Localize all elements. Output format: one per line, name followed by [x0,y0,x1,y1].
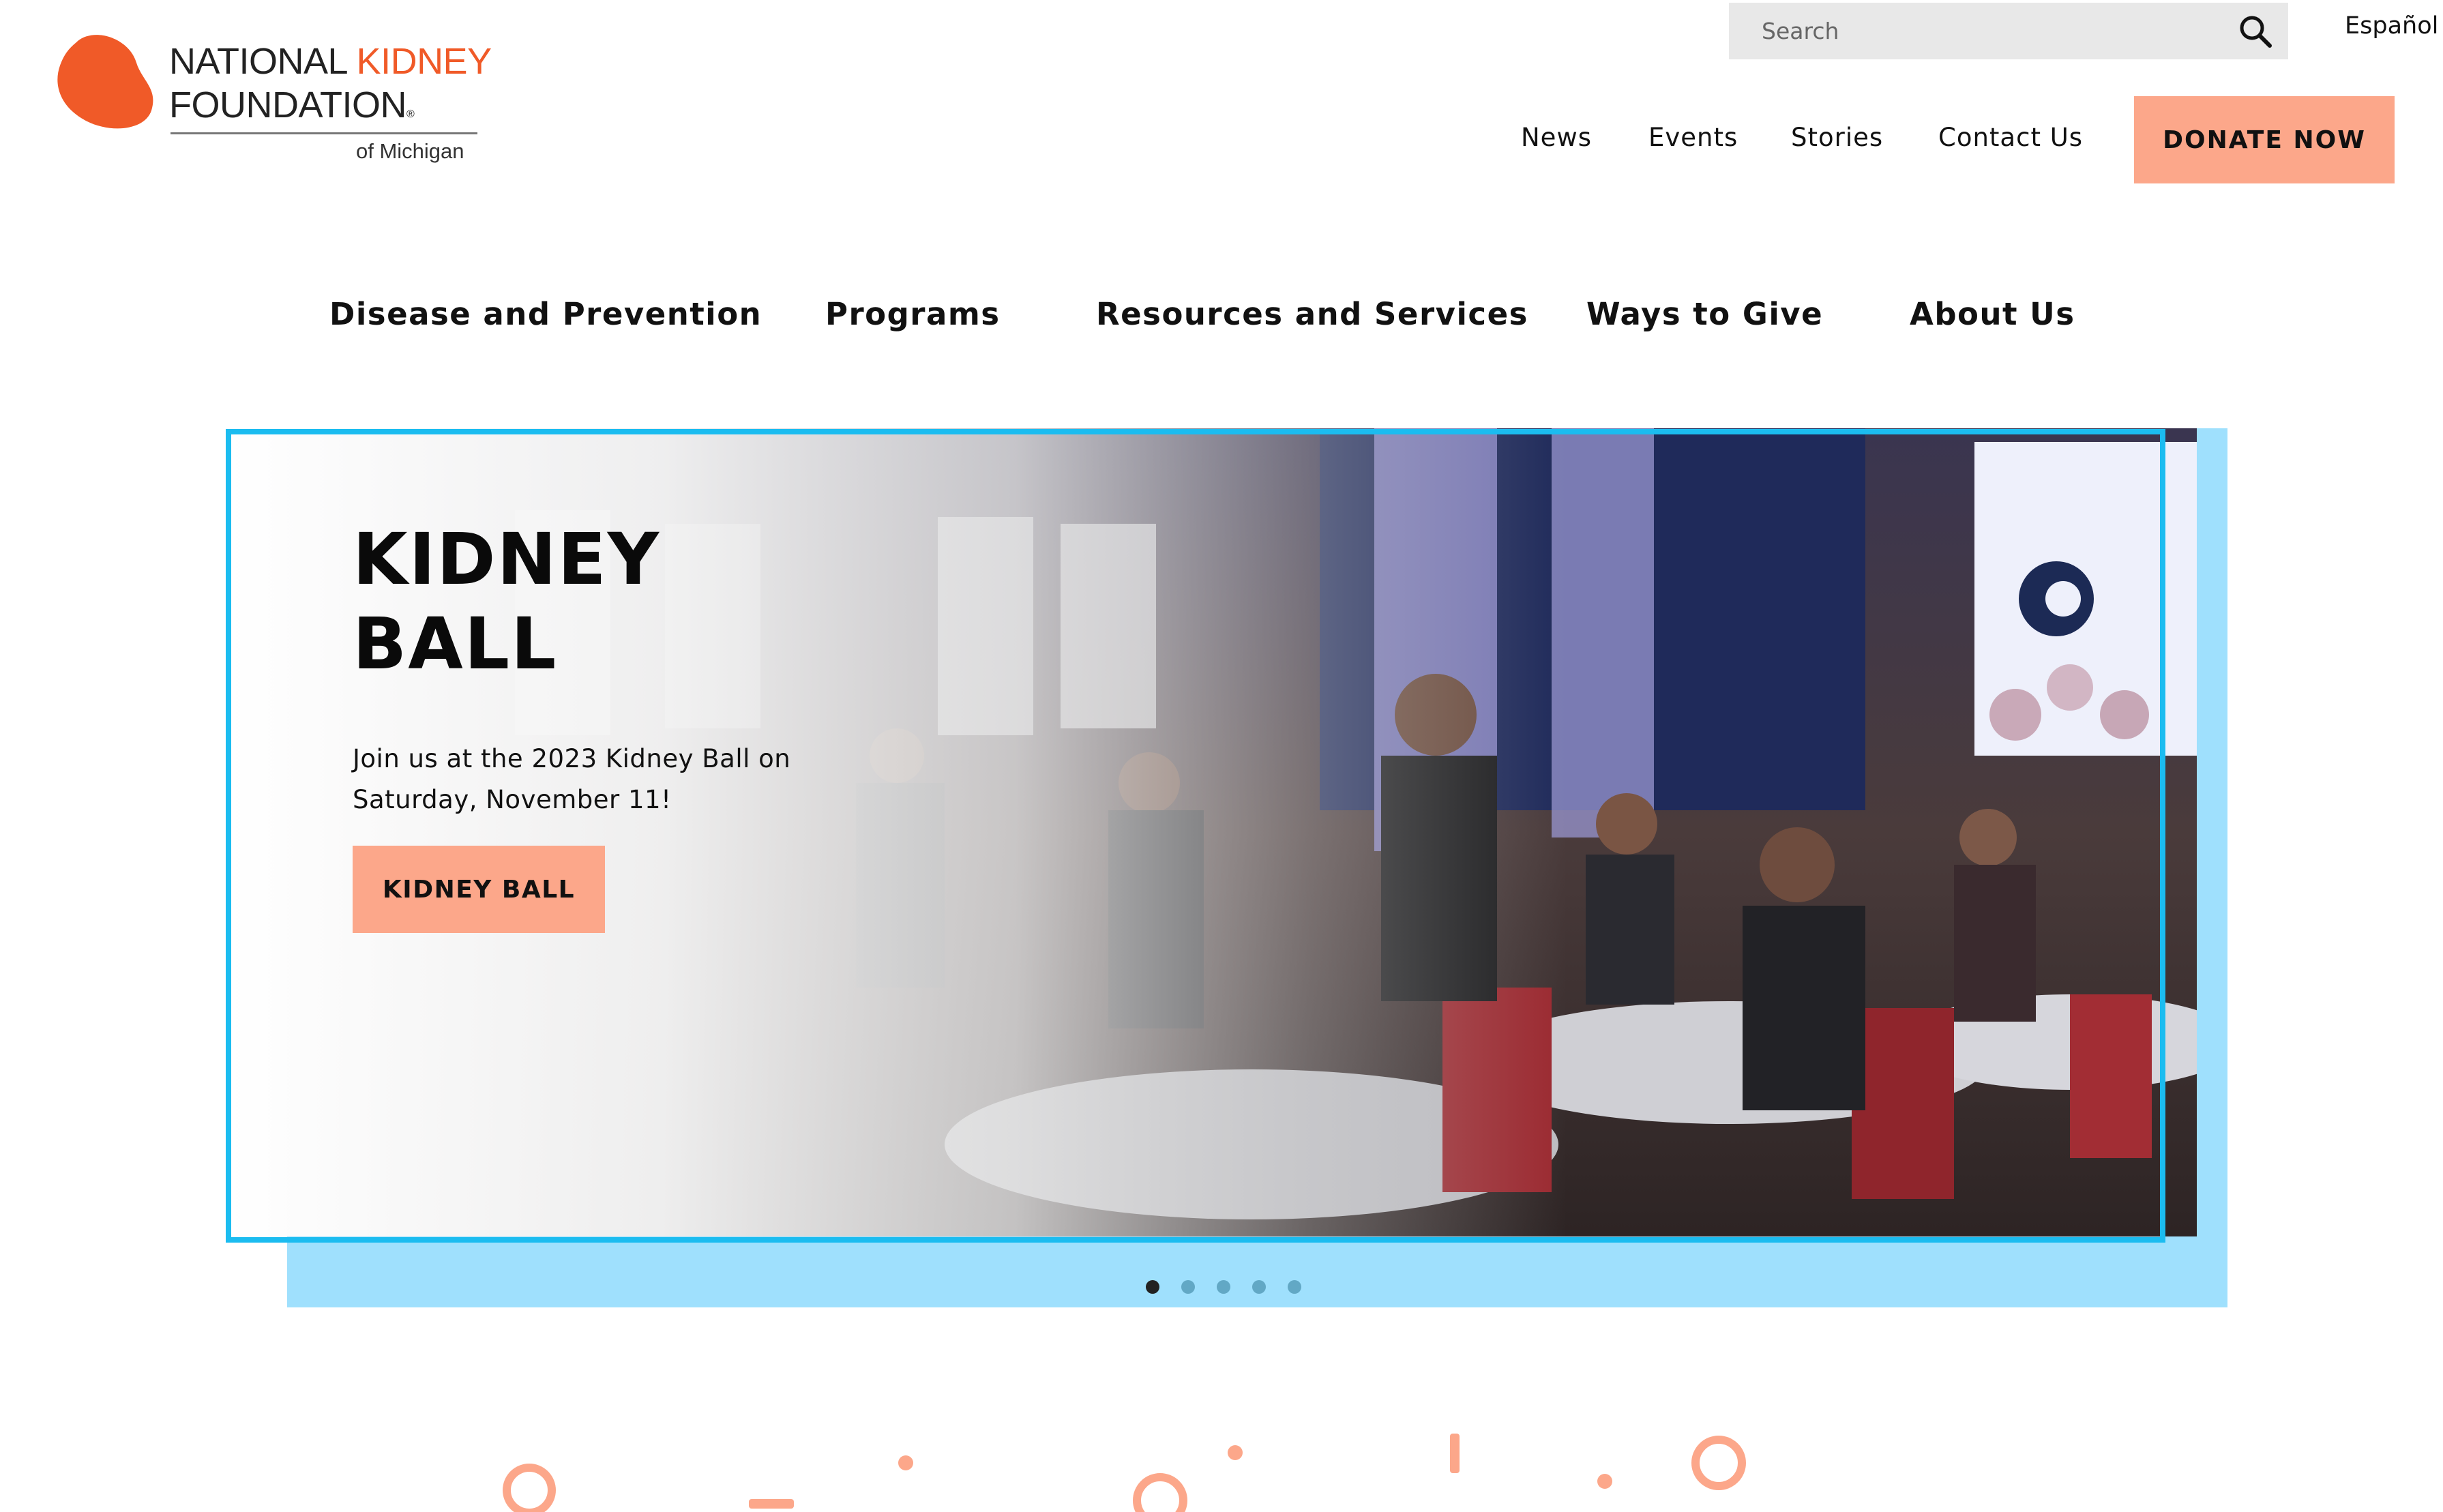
carousel-dot-3[interactable] [1217,1280,1230,1294]
main-nav-ways-to-give[interactable]: Ways to Give [1586,296,1823,332]
main-nav-about-us[interactable]: About Us [1910,296,2075,332]
main-nav-disease-prevention[interactable]: Disease and Prevention [329,296,762,332]
kidney-ball-button[interactable]: KIDNEY BALL [353,846,605,933]
language-toggle-link[interactable]: Español [2345,12,2438,40]
carousel-pagination [1146,1280,1301,1296]
nav-link-news[interactable]: News [1521,123,1592,152]
donate-now-button[interactable]: DONATE NOW [2134,96,2395,183]
nav-link-events[interactable]: Events [1648,123,1738,152]
main-nav-resources-services[interactable]: Resources and Services [1096,296,1528,332]
search-input[interactable] [1729,3,2234,59]
nav-link-contact-us[interactable]: Contact Us [1938,123,2083,152]
carousel-dot-4[interactable] [1252,1280,1266,1294]
nav-link-stories[interactable]: Stories [1791,123,1883,152]
site-logo[interactable]: NATIONAL KIDNEY FOUNDATION® of Michigan [56,30,492,180]
decorative-confetti [503,1434,1746,1512]
hero-title: KIDNEY BALL [353,518,661,685]
search-icon [2240,16,2272,48]
search-button[interactable] [2238,14,2273,49]
utility-nav: News Events Stories Contact Us [0,123,2443,157]
kidney-logo-icon [57,35,153,129]
carousel-dot-2[interactable] [1181,1280,1195,1294]
logo-wordmark-line1: NATIONAL KIDNEY [169,41,492,82]
main-nav: Disease and Prevention Programs Resource… [0,296,2443,337]
main-nav-programs[interactable]: Programs [825,296,1001,332]
carousel-dot-1[interactable] [1146,1280,1159,1294]
search-bar [1729,3,2288,59]
hero-description: Join us at the 2023 Kidney Ball on Satur… [353,744,791,814]
carousel-dot-5[interactable] [1288,1280,1301,1294]
